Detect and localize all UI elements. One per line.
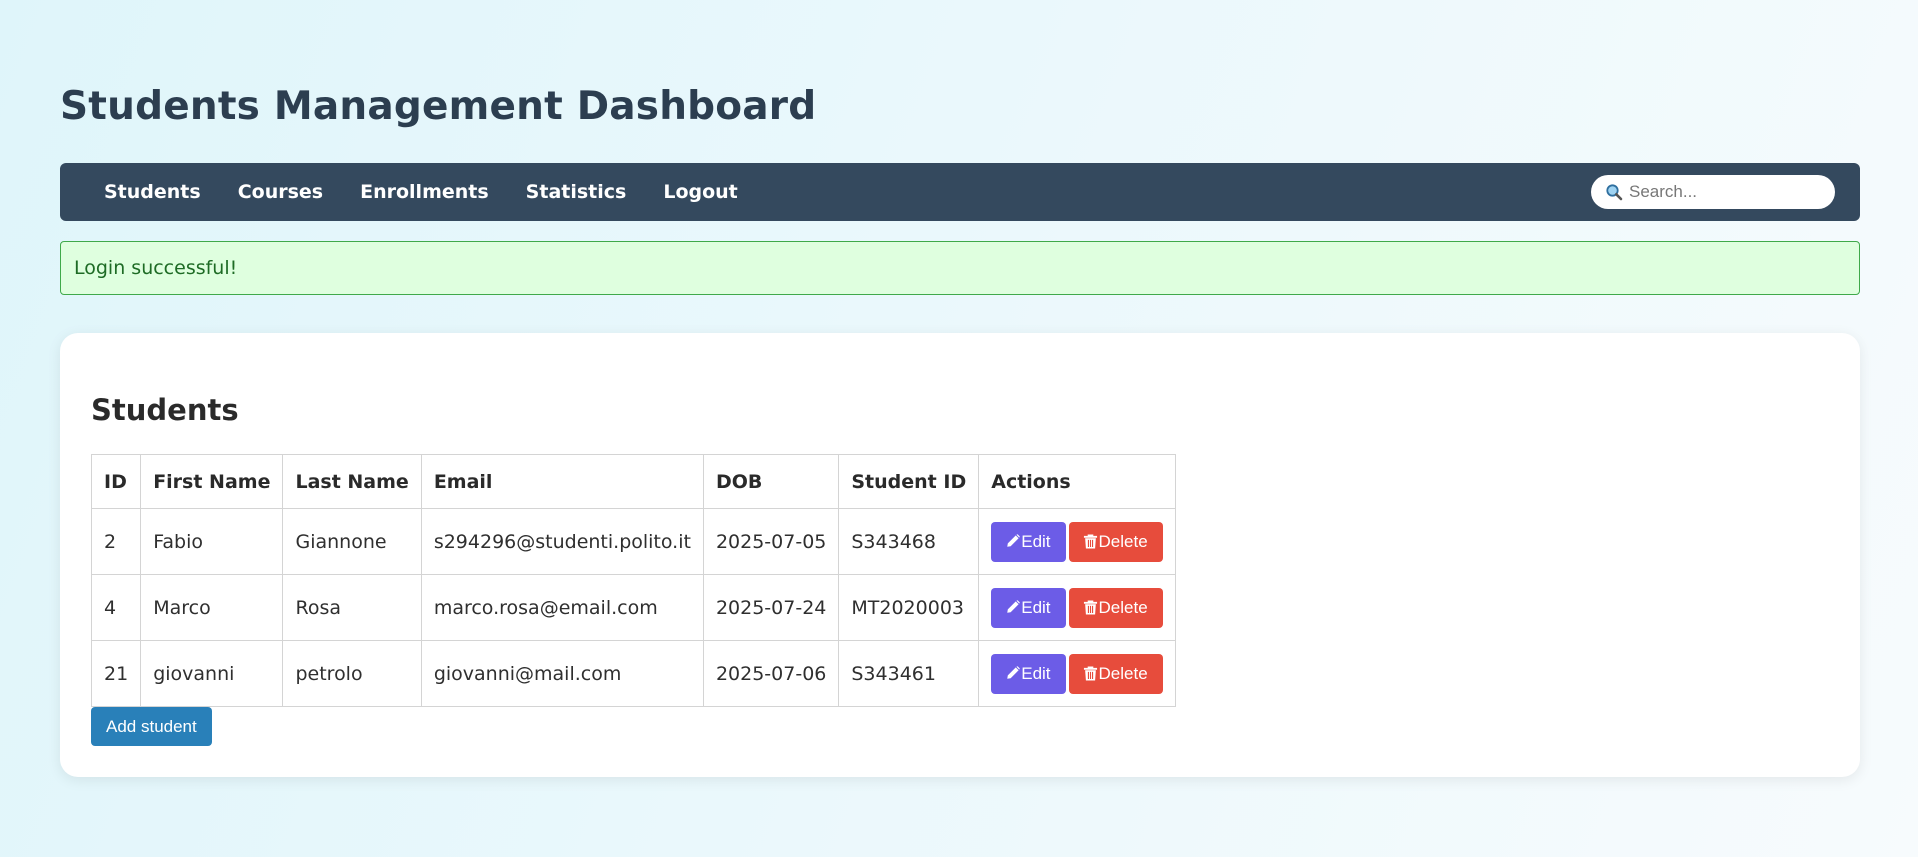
edit-label: Edit xyxy=(1021,597,1051,617)
search-box[interactable] xyxy=(1591,175,1835,209)
cell-actions: Edit Delete xyxy=(978,508,1176,575)
cell-id: 21 xyxy=(90,640,142,707)
nav-links: Students Courses Enrollments Statistics … xyxy=(104,163,738,221)
column-header-actions: Actions xyxy=(978,454,1176,509)
column-header-id: ID xyxy=(90,454,142,509)
edit-button[interactable]: Edit xyxy=(991,653,1066,694)
students-table: ID First Name Last Name Email DOB Studen… xyxy=(90,454,1176,707)
cell-id: 2 xyxy=(90,508,142,575)
students-heading: Students xyxy=(91,393,239,427)
column-header-student-id: Student ID xyxy=(838,454,980,509)
cell-actions: Edit Delete xyxy=(978,640,1176,707)
cell-student-id: S343461 xyxy=(838,640,980,707)
delete-button[interactable]: Delete xyxy=(1068,653,1163,694)
column-header-first-name: First Name xyxy=(140,454,284,509)
edit-label: Edit xyxy=(1021,531,1051,551)
cell-email: giovanni@mail.com xyxy=(420,640,704,707)
pencil-icon xyxy=(1007,666,1021,679)
cell-actions: Edit Delete xyxy=(978,574,1176,641)
column-header-email: Email xyxy=(420,454,704,509)
cell-first-name: giovanni xyxy=(140,640,284,707)
trash-icon xyxy=(1083,600,1097,615)
delete-label: Delete xyxy=(1098,663,1148,683)
pencil-icon xyxy=(1007,600,1021,613)
delete-label: Delete xyxy=(1098,597,1148,617)
table-row: 4 Marco Rosa marco.rosa@email.com 2025-0… xyxy=(90,574,1176,641)
nav-link-courses[interactable]: Courses xyxy=(238,181,323,203)
nav-link-statistics[interactable]: Statistics xyxy=(526,181,627,203)
students-card: Students ID First Name Last Name Email D… xyxy=(60,333,1860,777)
table-header-row: ID First Name Last Name Email DOB Studen… xyxy=(90,454,1176,509)
page-title: Students Management Dashboard xyxy=(60,84,817,129)
column-header-dob: DOB xyxy=(702,454,840,509)
cell-dob: 2025-07-06 xyxy=(702,640,840,707)
pencil-icon xyxy=(1007,534,1021,547)
column-header-last-name: Last Name xyxy=(282,454,422,509)
trash-icon xyxy=(1083,666,1097,681)
cell-last-name: Rosa xyxy=(282,574,422,641)
edit-button[interactable]: Edit xyxy=(991,521,1066,562)
search-icon xyxy=(1605,183,1623,201)
cell-dob: 2025-07-05 xyxy=(702,508,840,575)
cell-student-id: MT2020003 xyxy=(838,574,980,641)
trash-icon xyxy=(1083,534,1097,549)
cell-dob: 2025-07-24 xyxy=(702,574,840,641)
nav-link-enrollments[interactable]: Enrollments xyxy=(360,181,489,203)
cell-last-name: petrolo xyxy=(282,640,422,707)
cell-email: s294296@studenti.polito.it xyxy=(420,508,704,575)
delete-button[interactable]: Delete xyxy=(1068,587,1163,628)
cell-first-name: Marco xyxy=(140,574,284,641)
delete-label: Delete xyxy=(1098,531,1148,551)
nav-link-students[interactable]: Students xyxy=(104,181,201,203)
edit-button[interactable]: Edit xyxy=(991,587,1066,628)
cell-student-id: S343468 xyxy=(838,508,980,575)
nav-link-logout[interactable]: Logout xyxy=(663,181,737,203)
add-student-button[interactable]: Add student xyxy=(91,707,212,746)
table-row: 2 Fabio Giannone s294296@studenti.polito… xyxy=(90,508,1176,575)
success-alert: Login successful! xyxy=(60,241,1860,295)
alert-message: Login successful! xyxy=(74,257,238,279)
cell-id: 4 xyxy=(90,574,142,641)
delete-button[interactable]: Delete xyxy=(1068,521,1163,562)
navbar: Students Courses Enrollments Statistics … xyxy=(60,163,1860,221)
cell-last-name: Giannone xyxy=(282,508,422,575)
cell-email: marco.rosa@email.com xyxy=(420,574,704,641)
cell-first-name: Fabio xyxy=(140,508,284,575)
search-input[interactable] xyxy=(1629,182,1819,202)
table-row: 21 giovanni petrolo giovanni@mail.com 20… xyxy=(90,640,1176,707)
edit-label: Edit xyxy=(1021,663,1051,683)
